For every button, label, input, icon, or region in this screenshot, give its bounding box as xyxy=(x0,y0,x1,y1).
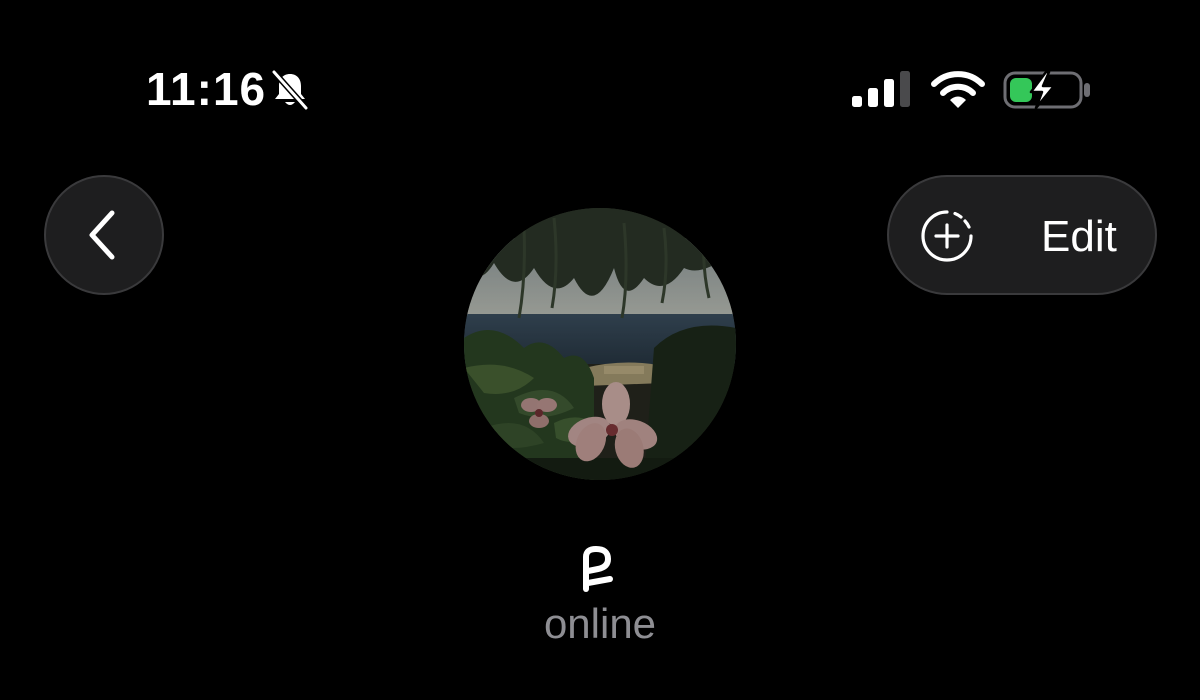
cellular-signal-icon xyxy=(852,71,910,107)
add-circle-dashed-icon xyxy=(921,210,973,262)
back-button[interactable] xyxy=(44,175,164,295)
status-time: 11:16 xyxy=(146,63,267,115)
avatar[interactable] xyxy=(464,208,736,480)
presence-status: online xyxy=(543,600,657,647)
wifi-icon xyxy=(931,71,985,108)
status-bar: 11:16 xyxy=(0,0,1200,150)
name-glyph-icon xyxy=(583,546,613,592)
edit-label: Edit xyxy=(1041,212,1117,261)
bell-slash-icon xyxy=(271,69,309,111)
battery-charging-icon xyxy=(1003,70,1090,110)
profile-photo xyxy=(464,208,736,480)
chevron-left-icon xyxy=(89,210,115,260)
edit-button[interactable]: Edit xyxy=(887,175,1157,295)
